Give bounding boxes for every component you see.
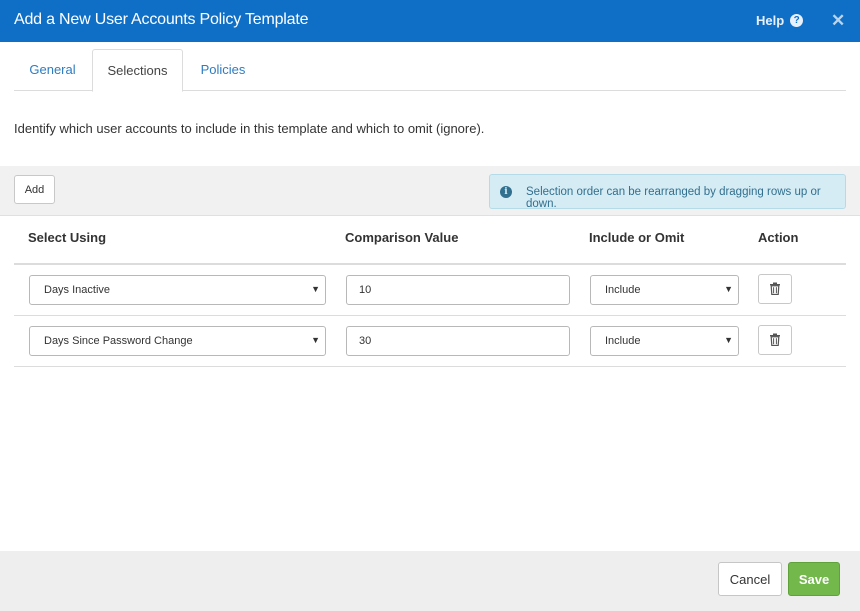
select-using-value: Days Inactive	[44, 284, 111, 296]
select-using-dropdown[interactable]: Days Since Password Change ▼	[29, 326, 326, 356]
help-label: Help	[756, 13, 785, 28]
header-comparison-value: Comparison Value	[345, 230, 459, 245]
selections-toolbar: Add i Selection order can be rearranged …	[0, 166, 860, 216]
comparison-value-input[interactable]: 30	[346, 326, 570, 356]
help-link[interactable]: Help ?	[756, 13, 804, 28]
table-header: Select Using Comparison Value Include or…	[14, 217, 846, 265]
dialog-title: Add a New User Accounts Policy Template	[14, 11, 309, 28]
select-using-dropdown[interactable]: Days Inactive ▼	[29, 275, 326, 305]
info-alert: i Selection order can be rearranged by d…	[489, 174, 846, 210]
tab-bar: General Selections Policies	[14, 49, 846, 92]
header-action: Action	[758, 230, 799, 245]
dropdown-arrow-icon: ▼	[724, 335, 733, 345]
header-select-using: Select Using	[28, 230, 107, 245]
include-omit-value: Include	[605, 335, 641, 347]
header-include-omit: Include or Omit	[589, 230, 685, 245]
select-using-value: Days Since Password Change	[44, 335, 193, 347]
add-button[interactable]: Add	[14, 175, 55, 204]
include-omit-dropdown[interactable]: Include ▼	[590, 326, 739, 356]
trash-icon	[770, 333, 780, 346]
dropdown-arrow-icon: ▼	[724, 284, 733, 294]
dialog-footer: Cancel Save	[0, 551, 860, 611]
dropdown-arrow-icon: ▼	[311, 335, 320, 345]
tab-selections[interactable]: Selections	[92, 49, 183, 92]
tab-policies[interactable]: Policies	[189, 49, 257, 91]
close-x-icon[interactable]: ✕	[831, 11, 845, 31]
info-circle-icon: i	[500, 186, 512, 198]
include-omit-value: Include	[605, 284, 641, 296]
info-text: Selection order can be rearranged by dra…	[526, 186, 821, 210]
table-row[interactable]: Days Inactive ▼ 10 Include ▼	[14, 265, 846, 316]
delete-row-button[interactable]	[758, 274, 792, 304]
comparison-value-input[interactable]: 10	[346, 275, 570, 305]
question-circle-icon: ?	[790, 14, 804, 27]
dropdown-arrow-icon: ▼	[311, 284, 320, 294]
intro-text: Identify which user accounts to include …	[14, 121, 485, 136]
dialog-titlebar: Add a New User Accounts Policy Template …	[0, 0, 860, 42]
trash-icon	[770, 282, 780, 295]
table-row[interactable]: Days Since Password Change ▼ 30 Include …	[14, 316, 846, 367]
cancel-button[interactable]: Cancel	[718, 562, 782, 596]
include-omit-dropdown[interactable]: Include ▼	[590, 275, 739, 305]
save-button[interactable]: Save	[788, 562, 840, 596]
delete-row-button[interactable]	[758, 325, 792, 355]
tab-general[interactable]: General	[14, 49, 91, 91]
